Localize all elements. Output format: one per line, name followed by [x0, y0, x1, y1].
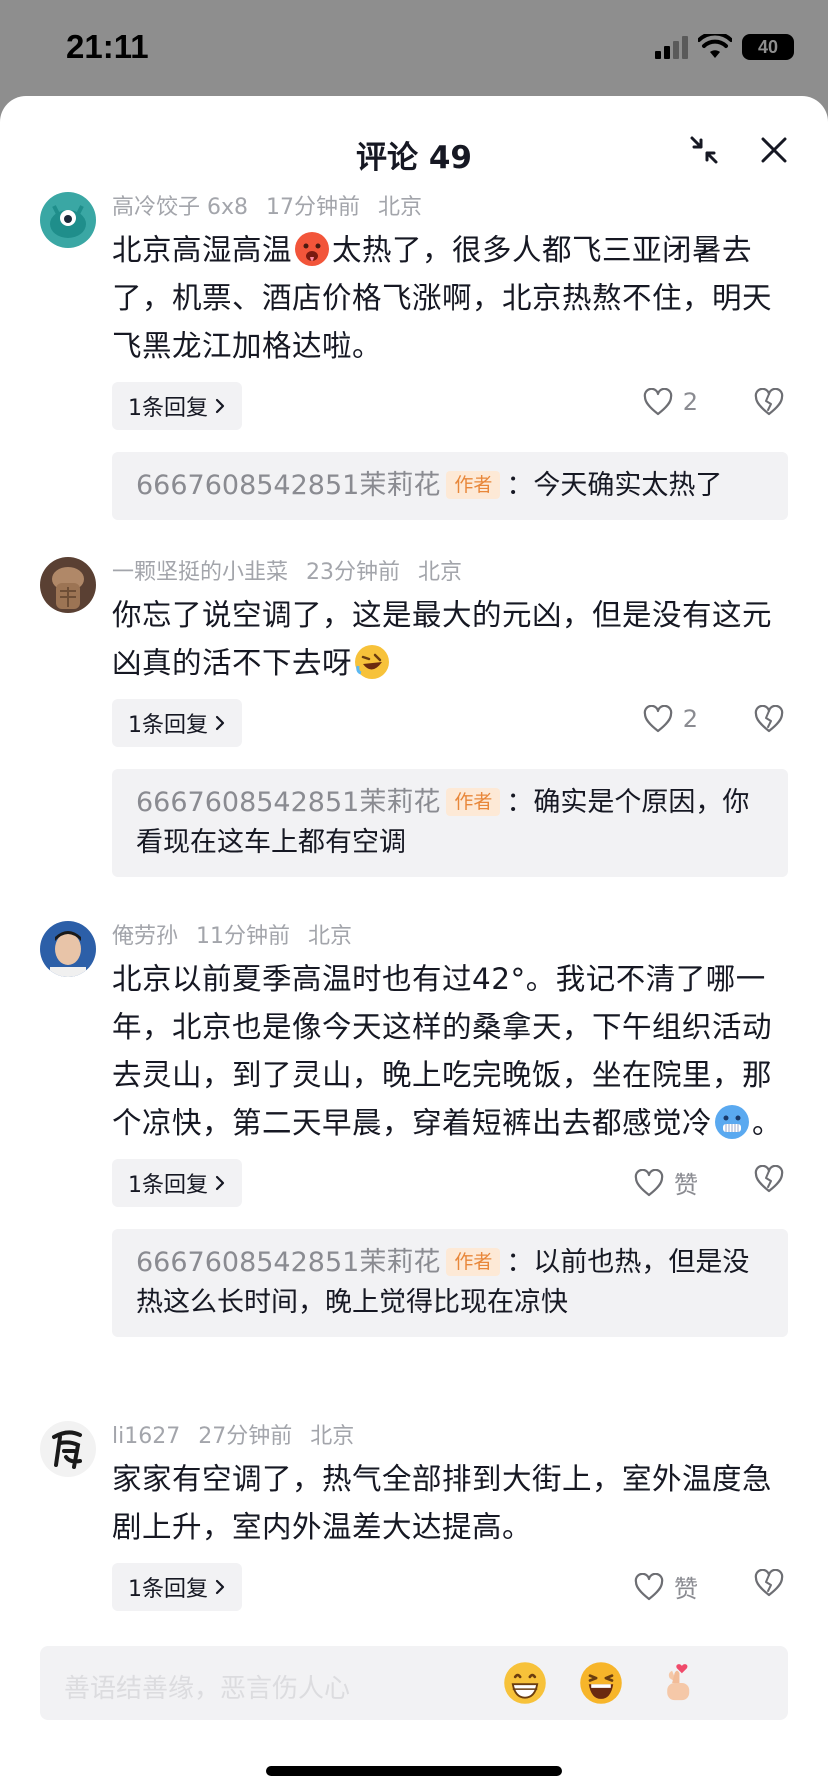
- comment-text: 北京以前夏季高温时也有过42°。我记不清了哪一年，北京也是像今天这样的桑拿天，下…: [112, 955, 788, 1147]
- comment-username[interactable]: li1627: [112, 1424, 180, 1449]
- comment-text-a: 北京高湿高温: [112, 233, 293, 267]
- home-indicator[interactable]: [266, 1766, 562, 1776]
- chevron-right-icon: [215, 398, 225, 414]
- author-reply[interactable]: 6667608542851茉莉花 作者 ：以前也热，但是没热这么长时间，晚上觉得比现…: [112, 1229, 788, 1337]
- comment-sheet: 评论 49 高冷饺子 6x8 17分钟前 北京 北京高湿高温 太热了，很多人都飞…: [0, 96, 828, 1792]
- avatar[interactable]: [40, 921, 96, 977]
- grin-emoji-button[interactable]: [500, 1658, 550, 1708]
- heart-outline-icon: [634, 1572, 664, 1600]
- comment-location: 北京: [418, 560, 463, 585]
- comment-time: 17分钟前: [266, 195, 361, 220]
- broken-heart-icon[interactable]: [754, 387, 784, 420]
- like-count: 2: [682, 388, 698, 416]
- comment-text: 北京高湿高温 太热了，很多人都飞三亚闭暑去了，机票、酒店价格飞涨啊，北京热熬不住，…: [112, 226, 788, 370]
- view-replies-label: 1条回复: [128, 1577, 208, 1602]
- comment-time: 27分钟前: [198, 1424, 293, 1449]
- author-reply[interactable]: 6667608542851茉莉花 作者 ：确实是个原因，你看现在这车上都有空调: [112, 769, 788, 877]
- like-button[interactable]: 2: [643, 705, 698, 733]
- author-badge: 作者: [446, 1248, 501, 1276]
- comment-meta: 高冷饺子 6x8 17分钟前 北京: [112, 192, 788, 224]
- author-badge: 作者: [446, 788, 501, 816]
- cold-face-emoji-icon: [715, 1105, 750, 1139]
- avatar[interactable]: [40, 192, 96, 248]
- close-icon[interactable]: [754, 130, 794, 170]
- comment-text-a: 你忘了说空调了，这是最大的元凶，但是没有这元凶真的活不下去呀: [112, 598, 773, 680]
- wifi-icon: [698, 34, 732, 58]
- comment-time: 11分钟前: [196, 924, 291, 949]
- comment-username[interactable]: 俺劳孙: [112, 924, 178, 949]
- view-replies-label: 1条回复: [128, 1173, 208, 1198]
- heart-outline-icon: [643, 705, 672, 733]
- chevron-right-icon: [215, 1175, 225, 1191]
- collapse-arrows-icon[interactable]: [684, 130, 724, 170]
- status-time: 21:11: [66, 28, 149, 65]
- broken-heart-icon[interactable]: [754, 1568, 784, 1601]
- avatar[interactable]: [40, 557, 96, 613]
- view-replies-label: 1条回复: [128, 713, 208, 738]
- rofl-emoji-icon: [355, 645, 390, 679]
- comment-actions: 1条回复 赞: [112, 1159, 788, 1211]
- view-replies-button[interactable]: 1条回复: [112, 382, 242, 430]
- broken-heart-icon[interactable]: [754, 1164, 784, 1197]
- comment-meta: 俺劳孙 11分钟前 北京: [112, 921, 788, 953]
- comment-location: 北京: [308, 924, 353, 949]
- comment-input[interactable]: 善语结善缘，恶言伤人心: [40, 1646, 788, 1720]
- comment-item: 俺劳孙 11分钟前 北京 北京以前夏季高温时也有过42°。我记不清了哪一年，北京也是…: [0, 921, 828, 1401]
- view-replies-button[interactable]: 1条回复: [112, 699, 242, 747]
- comment-list: 高冷饺子 6x8 17分钟前 北京 北京高湿高温 太热了，很多人都飞三亚闭暑去了，机票…: [0, 192, 828, 1621]
- comment-input-placeholder: 善语结善缘，恶言伤人心: [64, 1674, 351, 1704]
- sheet-header: 评论 49: [0, 96, 828, 192]
- finger-heart-emoji-button[interactable]: [652, 1658, 702, 1708]
- comment-item: 一颗坚挺的小韭菜 23分钟前 北京 你忘了说空调了，这是最大的元凶，但是没有这元凶真…: [0, 557, 828, 921]
- comment-meta: li1627 27分钟前 北京: [112, 1421, 788, 1453]
- heart-outline-icon: [643, 388, 672, 416]
- comment-actions: 1条回复 2: [112, 382, 788, 434]
- laugh-emoji-button[interactable]: [576, 1658, 626, 1708]
- reply-username[interactable]: 6667608542851茉莉花: [136, 470, 440, 501]
- like-count: 2: [682, 705, 698, 733]
- comment-time: 23分钟前: [306, 560, 401, 585]
- heart-outline-icon: [634, 1168, 664, 1196]
- comment-location: 北京: [378, 195, 423, 220]
- reply-text: ：今天确实太热了: [506, 470, 723, 501]
- comment-item: 高冷饺子 6x8 17分钟前 北京 北京高湿高温 太热了，很多人都飞三亚闭暑去了，机票…: [0, 192, 828, 541]
- reply-username[interactable]: 6667608542851茉莉花: [136, 787, 440, 818]
- signal-icon: [655, 35, 688, 59]
- comment-meta: 一颗坚挺的小韭菜 23分钟前 北京: [112, 557, 788, 589]
- comment-text: 家家有空调了，热气全部排到大街上，室外温度急剧上升，室内外温差大达提高。: [112, 1462, 773, 1544]
- status-bar: 21:11 40: [0, 0, 828, 100]
- comment-text-b: 。: [752, 1106, 783, 1140]
- comment-text: 你忘了说空调了，这是最大的元凶，但是没有这元凶真的活不下去呀: [112, 591, 788, 687]
- comment-location: 北京: [310, 1424, 355, 1449]
- status-icons: 40: [655, 34, 794, 60]
- view-replies-label: 1条回复: [128, 396, 208, 421]
- like-count: 赞: [674, 1171, 698, 1199]
- comment-actions: 1条回复 赞: [112, 1563, 788, 1615]
- comment-text-a: 北京以前夏季高温时也有过42°。我记不清了哪一年，北京也是像今天这样的桑拿天，下…: [112, 962, 773, 1140]
- view-replies-button[interactable]: 1条回复: [112, 1563, 242, 1611]
- comment-username[interactable]: 一颗坚挺的小韭菜: [112, 560, 288, 585]
- comment-username[interactable]: 高冷饺子 6x8: [112, 195, 248, 220]
- hot-face-emoji-icon: [295, 232, 330, 266]
- author-badge: 作者: [446, 471, 501, 499]
- comment-item: li1627 27分钟前 北京 家家有空调了，热气全部排到大街上，室外温度急剧上升，…: [0, 1421, 828, 1621]
- broken-heart-icon[interactable]: [754, 704, 784, 737]
- like-button[interactable]: 赞: [634, 1569, 698, 1604]
- reply-username[interactable]: 6667608542851茉莉花: [136, 1247, 440, 1278]
- comment-actions: 1条回复 2: [112, 699, 788, 751]
- like-button[interactable]: 赞: [634, 1165, 698, 1200]
- battery-icon: 40: [742, 34, 794, 60]
- like-button[interactable]: 2: [643, 388, 698, 416]
- view-replies-button[interactable]: 1条回复: [112, 1159, 242, 1207]
- avatar[interactable]: [40, 1421, 96, 1477]
- chevron-right-icon: [215, 715, 225, 731]
- like-count: 赞: [674, 1575, 698, 1603]
- chevron-right-icon: [215, 1579, 225, 1595]
- author-reply[interactable]: 6667608542851茉莉花 作者 ：今天确实太热了: [112, 452, 788, 520]
